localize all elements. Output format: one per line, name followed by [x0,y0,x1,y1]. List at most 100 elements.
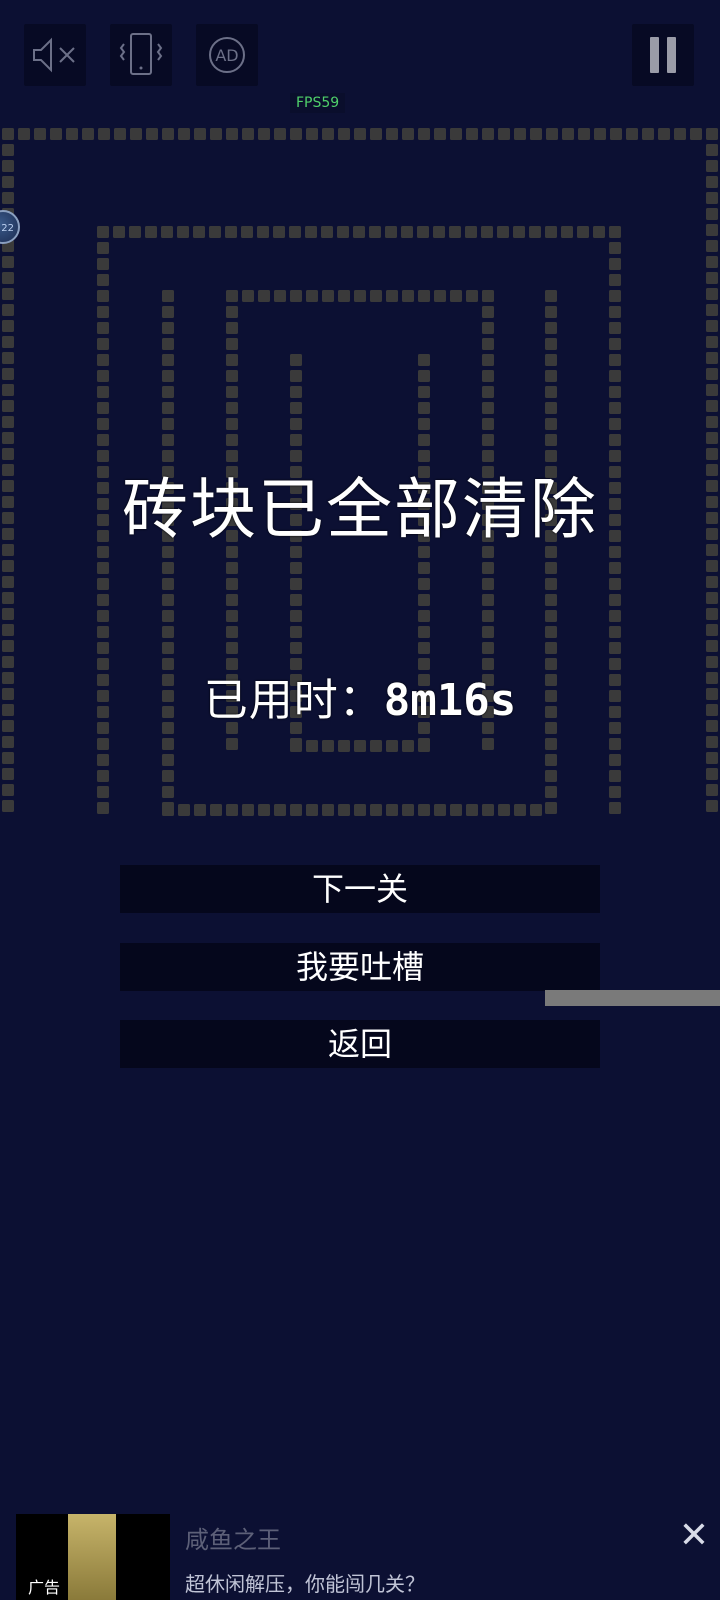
brick [354,128,366,140]
brick [450,804,462,816]
brick [545,626,557,638]
brick [258,290,270,302]
brick [482,354,494,366]
brick [2,800,14,812]
brick [418,402,430,414]
brick [386,804,398,816]
brick [610,128,622,140]
brick [18,128,30,140]
brick [514,128,526,140]
pause-button[interactable] [632,24,694,86]
brick [609,274,621,286]
brick [97,274,109,286]
elapsed-time-label: 已用时： [203,675,384,726]
brick [290,418,302,430]
brick [353,226,365,238]
back-button[interactable]: 返回 [120,1020,600,1068]
brick [306,804,318,816]
brick [226,626,238,638]
brick [290,434,302,446]
brick [97,418,109,430]
brick [226,642,238,654]
grey-bar [545,990,720,1006]
brick [226,402,238,414]
brick [226,578,238,590]
brick [2,320,14,332]
brick [226,418,238,430]
brick [210,128,222,140]
brick [162,738,174,750]
brick [706,288,718,300]
brick [290,386,302,398]
brick [225,226,237,238]
brick [402,128,414,140]
brick [162,354,174,366]
brick [386,290,398,302]
brick [706,272,718,284]
brick [545,402,557,414]
brick [609,802,621,814]
elapsed-time: 已用时：8m16s [0,664,720,728]
brick [338,740,350,752]
brick [2,576,14,588]
brick [2,592,14,604]
brick [97,226,109,238]
brick [97,610,109,622]
brick [609,642,621,654]
ad-banner[interactable]: 广告 咸鱼之王 超休闲解压，你能闯几关？ ✕ [0,1510,720,1600]
brick [418,290,430,302]
brick [482,434,494,446]
brick [210,804,222,816]
brick [545,306,557,318]
brick [2,192,14,204]
brick [2,640,14,652]
ad-button[interactable]: AD [196,24,258,86]
brick [706,128,718,140]
brick [97,386,109,398]
close-icon[interactable]: ✕ [676,1518,712,1554]
brick [482,610,494,622]
brick [545,754,557,766]
vibrate-button[interactable] [110,24,172,86]
brick [178,128,190,140]
brick [226,386,238,398]
next-level-button[interactable]: 下一关 [120,865,600,913]
brick [226,738,238,750]
brick [609,434,621,446]
brick [162,578,174,590]
brick [226,338,238,350]
brick [674,128,686,140]
brick [322,290,334,302]
brick [2,432,14,444]
brick [706,384,718,396]
brick [162,594,174,606]
game-screen: AD FPS59 22 砖块已全部清除 已用时：8m16s 下一关 我要吐槽 返… [0,0,720,1600]
brick [114,128,126,140]
brick [338,290,350,302]
brick [706,784,718,796]
brick [417,226,429,238]
brick [562,128,574,140]
ad-thumbnail[interactable]: 广告 [16,1514,170,1600]
brick [546,128,558,140]
brick [449,226,461,238]
brick [609,770,621,782]
brick [162,370,174,382]
brick [482,338,494,350]
mute-button[interactable] [24,24,86,86]
brick [226,354,238,366]
elapsed-time-value: 8m16s [383,675,517,726]
brick [226,804,238,816]
brick [98,128,110,140]
feedback-button[interactable]: 我要吐槽 [120,943,600,991]
brick [2,416,14,428]
brick [482,322,494,334]
brick [385,226,397,238]
brick [162,306,174,318]
brick [418,740,430,752]
brick [145,226,157,238]
ad-artwork [68,1514,116,1600]
brick [609,322,621,334]
brick [2,624,14,636]
brick [34,128,46,140]
